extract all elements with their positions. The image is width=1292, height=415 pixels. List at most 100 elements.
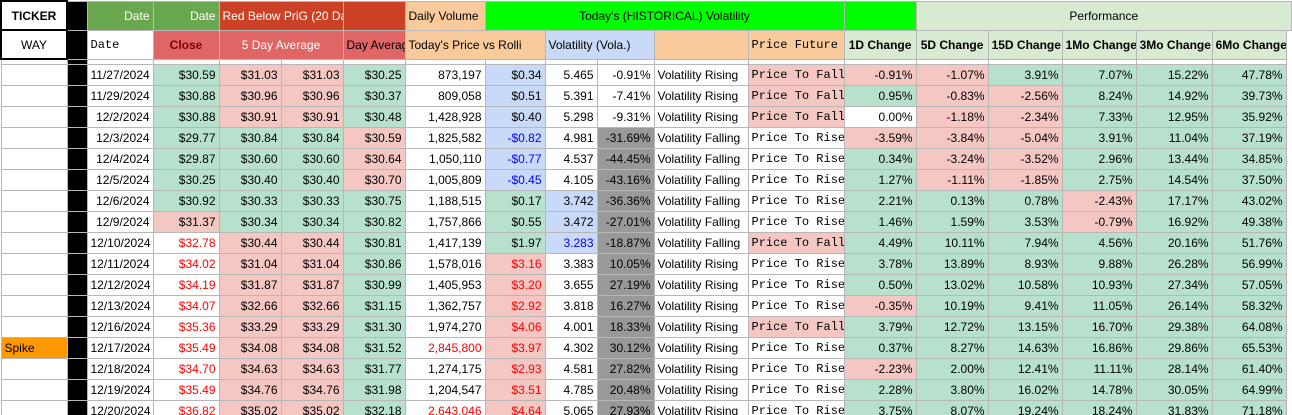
change-15d-cell[interactable]: 14.63% (987, 336, 1063, 359)
price-path-cell[interactable]: Price To Fall (747, 231, 845, 254)
price-vs-rolling-cell[interactable]: -$0.82 (484, 126, 546, 149)
volatility-status-cell[interactable]: Volatility Falling (653, 126, 749, 149)
change-5d-cell[interactable]: 3.80% (915, 378, 989, 401)
date-cell[interactable]: 12/4/2024 (86, 147, 154, 170)
five-day-avg-cell[interactable]: $30.60 (218, 147, 282, 170)
five-day-avg-cell[interactable]: $31.04 (218, 252, 282, 275)
change-1d-cell[interactable]: -0.35% (843, 294, 917, 317)
close-cell[interactable]: $30.25 (152, 168, 220, 191)
date-cell[interactable]: 12/11/2024 (86, 252, 154, 275)
price-path-cell[interactable]: Price To Fall (747, 315, 845, 338)
volatility-cell[interactable]: 4.537 (544, 147, 598, 170)
change-5d-cell[interactable]: -1.07% (915, 63, 989, 86)
change-3mo-cell[interactable]: 17.17% (1135, 189, 1213, 212)
five-day-avg-b-cell[interactable]: $31.03 (280, 63, 344, 86)
change-15d-cell[interactable]: 19.24% (987, 399, 1063, 415)
volatility-status-cell[interactable]: Volatility Rising (653, 105, 749, 128)
change-6mo-cell[interactable]: 58.32% (1211, 294, 1287, 317)
change-3mo-cell[interactable]: 13.44% (1135, 147, 1213, 170)
daily-volume-cell[interactable]: 2,845,800 (404, 336, 486, 359)
five-day-avg-b-cell[interactable]: $30.40 (280, 168, 344, 191)
change-1d-cell[interactable]: 0.95% (843, 84, 917, 107)
volatility-pct-cell[interactable]: -18.87% (596, 231, 655, 254)
volatility-pct-cell[interactable]: 27.19% (596, 273, 655, 296)
volatility-cell[interactable]: 3.742 (544, 189, 598, 212)
volatility-pct-cell[interactable]: -0.91% (596, 63, 655, 86)
price-path-cell[interactable]: Price To Fall (747, 84, 845, 107)
change-1mo-cell[interactable]: 11.05% (1061, 294, 1137, 317)
change-1mo-cell[interactable]: 2.75% (1061, 168, 1137, 191)
volatility-pct-cell[interactable]: 18.33% (596, 315, 655, 338)
change-15d-cell[interactable]: 8.93% (987, 252, 1063, 275)
tag-cell[interactable] (0, 147, 68, 170)
change-1d-cell[interactable]: 1.27% (843, 168, 917, 191)
change-1mo-cell[interactable]: 16.70% (1061, 315, 1137, 338)
volatility-status-cell[interactable]: Volatility Rising (653, 378, 749, 401)
daily-volume-cell[interactable]: 1,204,547 (404, 378, 486, 401)
change-1d-cell[interactable]: 0.00% (843, 105, 917, 128)
close-cell[interactable]: $34.70 (152, 357, 220, 380)
price-vs-rolling-cell[interactable]: $3.51 (484, 378, 546, 401)
day-average-cell[interactable]: $30.70 (342, 168, 406, 191)
change-1mo-cell[interactable]: 2.96% (1061, 147, 1137, 170)
change-1d-cell[interactable]: 3.79% (843, 315, 917, 338)
volatility-cell[interactable]: 4.785 (544, 378, 598, 401)
change-1mo-cell[interactable]: 3.91% (1061, 126, 1137, 149)
daily-volume-cell[interactable]: 1,757,866 (404, 210, 486, 233)
five-day-avg-b-cell[interactable]: $30.91 (280, 105, 344, 128)
day-average-cell[interactable]: $31.98 (342, 378, 406, 401)
five-day-avg-cell[interactable]: $30.96 (218, 84, 282, 107)
day-average-cell[interactable]: $30.81 (342, 231, 406, 254)
tag-cell[interactable] (0, 189, 68, 212)
date-cell[interactable]: 12/16/2024 (86, 315, 154, 338)
price-path-cell[interactable]: Price To Rise (747, 399, 845, 415)
tag-cell[interactable] (0, 63, 68, 86)
change-1d-cell[interactable]: -2.23% (843, 357, 917, 380)
change-6mo-cell[interactable]: 43.02% (1211, 189, 1287, 212)
day-average-cell[interactable]: $30.64 (342, 147, 406, 170)
change-1d-cell[interactable]: 0.50% (843, 273, 917, 296)
change-15d-cell[interactable]: 9.41% (987, 294, 1063, 317)
change-15d-cell[interactable]: 7.94% (987, 231, 1063, 254)
volatility-cell[interactable]: 3.655 (544, 273, 598, 296)
price-vs-rolling-cell[interactable]: $0.40 (484, 105, 546, 128)
change-5d-cell[interactable]: 12.72% (915, 315, 989, 338)
price-vs-rolling-cell[interactable]: $0.34 (484, 63, 546, 86)
date-cell[interactable]: 12/12/2024 (86, 273, 154, 296)
volatility-pct-cell[interactable]: 27.93% (596, 399, 655, 415)
price-path-cell[interactable]: Price To Fall (747, 63, 845, 86)
price-vs-rolling-cell[interactable]: $4.64 (484, 399, 546, 415)
volatility-cell[interactable]: 5.065 (544, 399, 598, 415)
day-average-cell[interactable]: $30.99 (342, 273, 406, 296)
change-6mo-cell[interactable]: 71.18% (1211, 399, 1287, 415)
change-15d-cell[interactable]: -2.34% (987, 105, 1063, 128)
price-path-cell[interactable]: Price To Rise (747, 126, 845, 149)
change-1mo-cell[interactable]: 7.07% (1061, 63, 1137, 86)
volatility-pct-cell[interactable]: -44.45% (596, 147, 655, 170)
change-1d-cell[interactable]: 2.28% (843, 378, 917, 401)
change-6mo-cell[interactable]: 34.85% (1211, 147, 1287, 170)
volatility-pct-cell[interactable]: -36.36% (596, 189, 655, 212)
change-5d-cell[interactable]: 13.02% (915, 273, 989, 296)
tag-cell[interactable] (0, 378, 68, 401)
volatility-status-cell[interactable]: Volatility Falling (653, 210, 749, 233)
volatility-cell[interactable]: 4.581 (544, 357, 598, 380)
close-cell[interactable]: $29.77 (152, 126, 220, 149)
price-path-cell[interactable]: Price To Rise (747, 294, 845, 317)
tag-cell[interactable] (0, 315, 68, 338)
volatility-pct-cell[interactable]: 30.12% (596, 336, 655, 359)
daily-volume-cell[interactable]: 1,005,809 (404, 168, 486, 191)
date-cell[interactable]: 12/18/2024 (86, 357, 154, 380)
change-3mo-cell[interactable]: 14.54% (1135, 168, 1213, 191)
daily-volume-cell[interactable]: 1,188,515 (404, 189, 486, 212)
price-path-cell[interactable]: Price To Rise (747, 252, 845, 275)
five-day-avg-b-cell[interactable]: $31.87 (280, 273, 344, 296)
change-3mo-cell[interactable]: 29.86% (1135, 336, 1213, 359)
volatility-cell[interactable]: 4.001 (544, 315, 598, 338)
volatility-cell[interactable]: 4.302 (544, 336, 598, 359)
volatility-pct-cell[interactable]: 10.05% (596, 252, 655, 275)
change-6mo-cell[interactable]: 35.92% (1211, 105, 1287, 128)
price-path-cell[interactable]: Price To Rise (747, 273, 845, 296)
change-15d-cell[interactable]: -3.52% (987, 147, 1063, 170)
close-cell[interactable]: $35.36 (152, 315, 220, 338)
